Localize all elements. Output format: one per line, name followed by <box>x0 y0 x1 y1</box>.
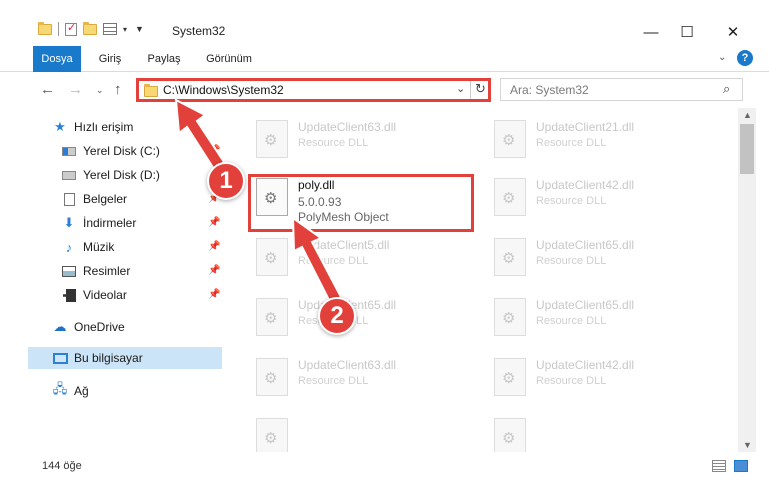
step-2-badge: 2 <box>318 297 356 335</box>
annotation-arrows <box>174 98 343 304</box>
arrow-1 <box>174 98 226 171</box>
step-1-badge: 1 <box>207 162 245 200</box>
arrow-2 <box>291 216 343 304</box>
